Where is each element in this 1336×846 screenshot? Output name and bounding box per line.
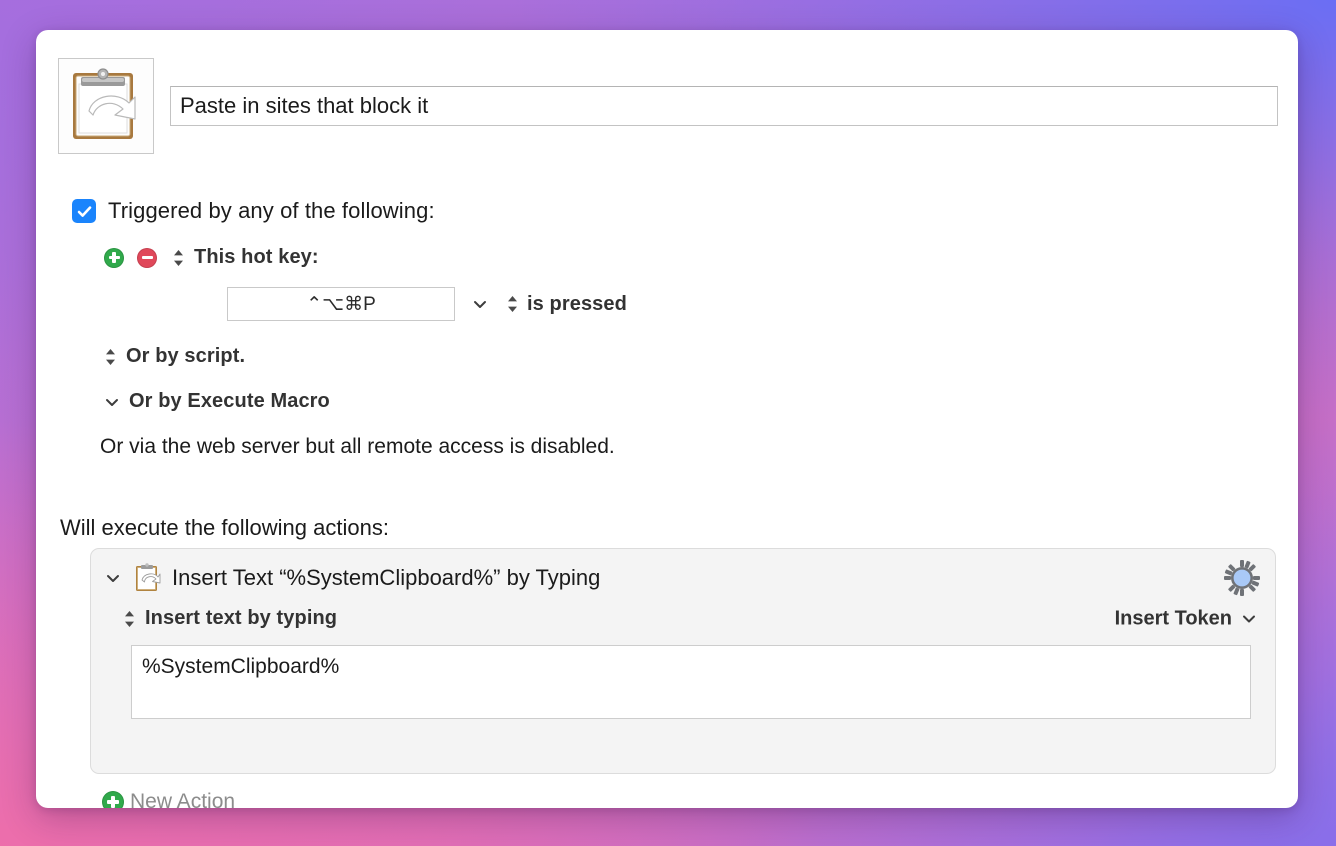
action-mode-row: Insert text by typing Insert Token: [123, 607, 1275, 630]
hot-key-label: This hot key:: [194, 246, 319, 268]
remove-trigger-button[interactable]: [137, 247, 157, 268]
new-action-plus-icon: [102, 791, 124, 808]
hot-key-input[interactable]: ⌃⌥⌘P: [227, 287, 455, 321]
insert-token-label: Insert Token: [1114, 607, 1232, 629]
action-panel: Insert Text “%SystemClipboard%” by Typin…: [90, 548, 1276, 774]
triggered-by-label: Triggered by any of the following:: [108, 198, 435, 223]
hot-key-value-row: ⌃⌥⌘P is pressed: [227, 287, 627, 321]
clipboard-paste-icon: [73, 68, 136, 139]
macro-header: Paste in sites that block it: [58, 58, 1278, 154]
macro-editor-window: Paste in sites that block it Triggered b…: [36, 30, 1298, 808]
insert-token-chevron-down-icon: [1243, 615, 1255, 623]
script-stepper-icon[interactable]: [104, 347, 117, 367]
action-title-row: Insert Text “%SystemClipboard%” by Typin…: [91, 549, 1275, 596]
actions-heading: Will execute the following actions:: [60, 515, 389, 540]
hot-key-condition-stepper-icon[interactable]: [506, 294, 519, 314]
action-clipboard-paste-icon: [136, 563, 161, 591]
action-mode-stepper-icon[interactable]: [123, 609, 136, 629]
hot-key-chevron-down-icon[interactable]: [472, 296, 488, 312]
web-server-note: Or via the web server but all remote acc…: [100, 435, 615, 458]
macro-title-input[interactable]: Paste in sites that block it: [170, 86, 1278, 126]
execute-macro-chevron-down-icon[interactable]: [104, 394, 120, 410]
hot-key-stepper-icon[interactable]: [172, 248, 185, 268]
hot-key-condition-label: is pressed: [527, 292, 627, 315]
script-trigger-row: Or by script.: [104, 345, 627, 368]
new-action-button[interactable]: New Action: [102, 790, 235, 808]
hot-key-trigger-row: This hot key:: [104, 246, 627, 269]
script-trigger-label: Or by script.: [126, 345, 246, 367]
execute-macro-label: Or by Execute Macro: [129, 390, 330, 412]
new-action-label: New Action: [130, 790, 236, 808]
triggers-section: Triggered by any of the following: This …: [72, 198, 627, 459]
insert-text-textarea[interactable]: %SystemClipboard%: [131, 645, 1251, 719]
triggered-by-checkbox[interactable]: [72, 199, 96, 223]
insert-token-button[interactable]: Insert Token: [1115, 607, 1257, 630]
macro-icon-well[interactable]: [58, 58, 154, 154]
add-trigger-button[interactable]: [104, 247, 124, 268]
gear-icon[interactable]: [1223, 559, 1261, 597]
checkmark-icon: [77, 205, 91, 217]
action-mode-label: Insert text by typing: [145, 607, 338, 629]
action-disclosure-chevron-down-icon[interactable]: [105, 570, 121, 586]
execute-macro-trigger-row: Or by Execute Macro: [104, 390, 627, 413]
triggered-by-row[interactable]: Triggered by any of the following:: [72, 198, 627, 224]
action-title: Insert Text “%SystemClipboard%” by Typin…: [172, 565, 601, 590]
